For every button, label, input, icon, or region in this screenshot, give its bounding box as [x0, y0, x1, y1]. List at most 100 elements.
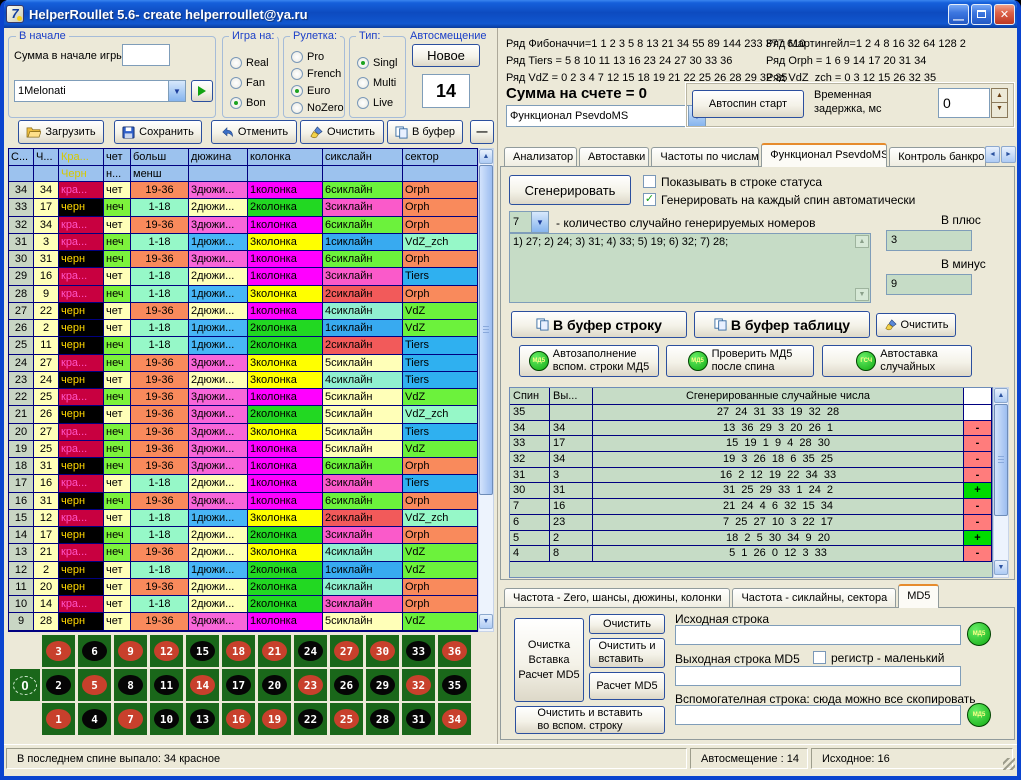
copy-buffer-button[interactable]: В буфер — [387, 120, 463, 144]
autobet-random-button[interactable]: ГСЧ Автоставкаслучайных — [822, 345, 972, 377]
md5-calc-button[interactable]: Расчет MD5 — [589, 672, 665, 700]
radio-dot-icon[interactable] — [291, 102, 303, 114]
radio-dot-icon[interactable] — [230, 57, 242, 69]
maximize-button[interactable] — [971, 4, 992, 25]
delay-value[interactable]: 0 — [938, 88, 990, 118]
aux-string-input[interactable] — [675, 705, 961, 725]
board-cell[interactable]: 13 — [186, 703, 219, 735]
clear-button[interactable]: Очистить — [300, 120, 384, 144]
checkbox-unchecked-icon[interactable] — [643, 175, 656, 188]
md5-clear-button[interactable]: Очистить — [589, 614, 665, 634]
board-cell[interactable]: 20 — [258, 669, 291, 701]
md5-clear-paste-aux-button[interactable]: Очистить и вставитьво вспом. строку — [515, 706, 665, 734]
radio-dot-icon[interactable] — [291, 68, 303, 80]
board-cell[interactable]: 6 — [78, 635, 111, 667]
board-cell[interactable]: 21 — [258, 635, 291, 667]
autofill-md5-button[interactable]: МД5 Автозаполнениевспом. строки МД5 — [519, 345, 659, 377]
md5-icon[interactable]: МД5 — [967, 622, 991, 646]
radio-pro[interactable]: Pro — [291, 51, 324, 63]
tab-scroll-right-icon[interactable]: ► — [1001, 146, 1016, 163]
scroll-up-icon[interactable]: ▲ — [994, 388, 1008, 403]
board-cell[interactable]: 30 — [366, 635, 399, 667]
board-cell[interactable]: 11 — [150, 669, 183, 701]
scroll-up-icon[interactable]: ▲ — [855, 235, 869, 248]
board-cell[interactable]: 8 — [114, 669, 147, 701]
board-cell[interactable]: 4 — [78, 703, 111, 735]
resize-grip[interactable] — [1003, 758, 1015, 770]
scroll-down-icon[interactable]: ▼ — [855, 288, 869, 301]
spinner-up-icon[interactable]: ▲ — [992, 89, 1007, 103]
tab-freq-0[interactable]: Частота - Zero, шансы, дюжины, колонки — [504, 588, 730, 608]
radio-multi[interactable]: Multi — [357, 77, 396, 89]
board-cell[interactable]: 31 — [402, 703, 435, 735]
board-cell[interactable]: 29 — [366, 669, 399, 701]
scroll-down-icon[interactable]: ▼ — [994, 560, 1008, 575]
board-cell[interactable]: 18 — [222, 635, 255, 667]
tab-freq-2[interactable]: MD5 — [898, 584, 939, 608]
show-status-checkbox[interactable]: Показывать в строке статуса — [643, 175, 822, 189]
board-cell[interactable]: 2 — [42, 669, 75, 701]
start-sum-input[interactable] — [122, 44, 170, 66]
board-cell[interactable]: 9 — [114, 635, 147, 667]
generated-table-scrollbar[interactable]: ▲▼ — [993, 387, 1009, 578]
board-cell[interactable]: 34 — [438, 703, 471, 735]
board-cell-zero[interactable]: 0 — [10, 669, 40, 701]
delay-spinner[interactable]: ▲ ▼ — [991, 88, 1008, 118]
tab-scroll-left-icon[interactable]: ◄ — [985, 146, 1000, 163]
generate-button[interactable]: Сгенерировать — [509, 175, 631, 205]
radio-nozero[interactable]: NoZero — [291, 102, 344, 114]
lowercase-checkbox[interactable]: регистр - маленький — [813, 651, 944, 665]
md5-clear-paste-button[interactable]: Очистить ивставить — [589, 638, 665, 668]
board-cell[interactable]: 5 — [78, 669, 111, 701]
tab-main-2[interactable]: Частоты по числам — [651, 147, 759, 167]
radio-real[interactable]: Real — [230, 57, 269, 69]
board-cell[interactable]: 15 — [186, 635, 219, 667]
play-button[interactable] — [191, 80, 213, 102]
scroll-thumb[interactable] — [479, 165, 493, 495]
radio-dot-icon[interactable] — [357, 97, 369, 109]
buffer-table-button[interactable]: В буфер таблицу — [694, 311, 870, 338]
save-button[interactable]: Сохранить — [114, 120, 202, 144]
radio-dot-icon[interactable] — [230, 77, 242, 89]
board-cell[interactable]: 3 — [42, 635, 75, 667]
radio-fan[interactable]: Fan — [230, 77, 265, 89]
minimize-button[interactable]: — — [948, 4, 969, 25]
generated-line-textarea[interactable]: 1) 27; 2) 24; 3) 31; 4) 33; 5) 19; 6) 32… — [509, 233, 871, 303]
md5-icon[interactable]: МД5 — [967, 703, 991, 727]
scroll-down-icon[interactable]: ▼ — [479, 614, 493, 629]
generated-table[interactable]: СпинВы...Сгенерированные случайные числа… — [509, 387, 993, 578]
out-string-input[interactable] — [675, 666, 961, 686]
board-cell[interactable]: 19 — [258, 703, 291, 735]
board-cell[interactable]: 26 — [330, 669, 363, 701]
spins-table[interactable]: С...Ч...Кра...четбольшдюжинаколонкасиксл… — [8, 148, 494, 632]
radio-dot-icon[interactable] — [291, 85, 303, 97]
board-cell[interactable]: 14 — [186, 669, 219, 701]
radio-live[interactable]: Live — [357, 97, 393, 109]
checkbox-unchecked-icon[interactable] — [813, 651, 826, 664]
source-string-input[interactable] — [675, 625, 961, 645]
md5-big-button[interactable]: ОчисткаВставкаРасчет MD5 — [514, 618, 584, 702]
board-cell[interactable]: 22 — [294, 703, 327, 735]
tab-main-4[interactable]: Контроль банкро — [889, 147, 986, 167]
board-cell[interactable]: 23 — [294, 669, 327, 701]
autospin-button[interactable]: Автоспин старт — [692, 90, 804, 118]
spins-table-scrollbar[interactable]: ▲▼ — [478, 148, 494, 632]
radio-bon[interactable]: Bon — [230, 97, 266, 109]
board-cell[interactable]: 17 — [222, 669, 255, 701]
board-cell[interactable]: 10 — [150, 703, 183, 735]
check-md5-button[interactable]: МД5 Проверить МД5после спина — [666, 345, 814, 377]
board-cell[interactable]: 36 — [438, 635, 471, 667]
roulette-board[interactable]: 0369121518212427303336258111417202326293… — [4, 632, 497, 742]
undo-button[interactable]: Отменить — [211, 120, 297, 144]
close-button[interactable]: ✕ — [994, 4, 1015, 25]
radio-dot-icon[interactable] — [230, 97, 242, 109]
clear-generated-button[interactable]: Очистить — [876, 313, 956, 337]
scroll-thumb[interactable] — [994, 404, 1008, 516]
tab-main-0[interactable]: Анализатор — [504, 147, 577, 167]
tab-freq-1[interactable]: Частота - сиклайны, сектора — [732, 588, 896, 608]
board-cell[interactable]: 24 — [294, 635, 327, 667]
radio-french[interactable]: French — [291, 68, 341, 80]
board-cell[interactable]: 32 — [402, 669, 435, 701]
count-combo[interactable]: 7 ▼ — [509, 211, 549, 233]
radio-dot-icon[interactable] — [291, 51, 303, 63]
